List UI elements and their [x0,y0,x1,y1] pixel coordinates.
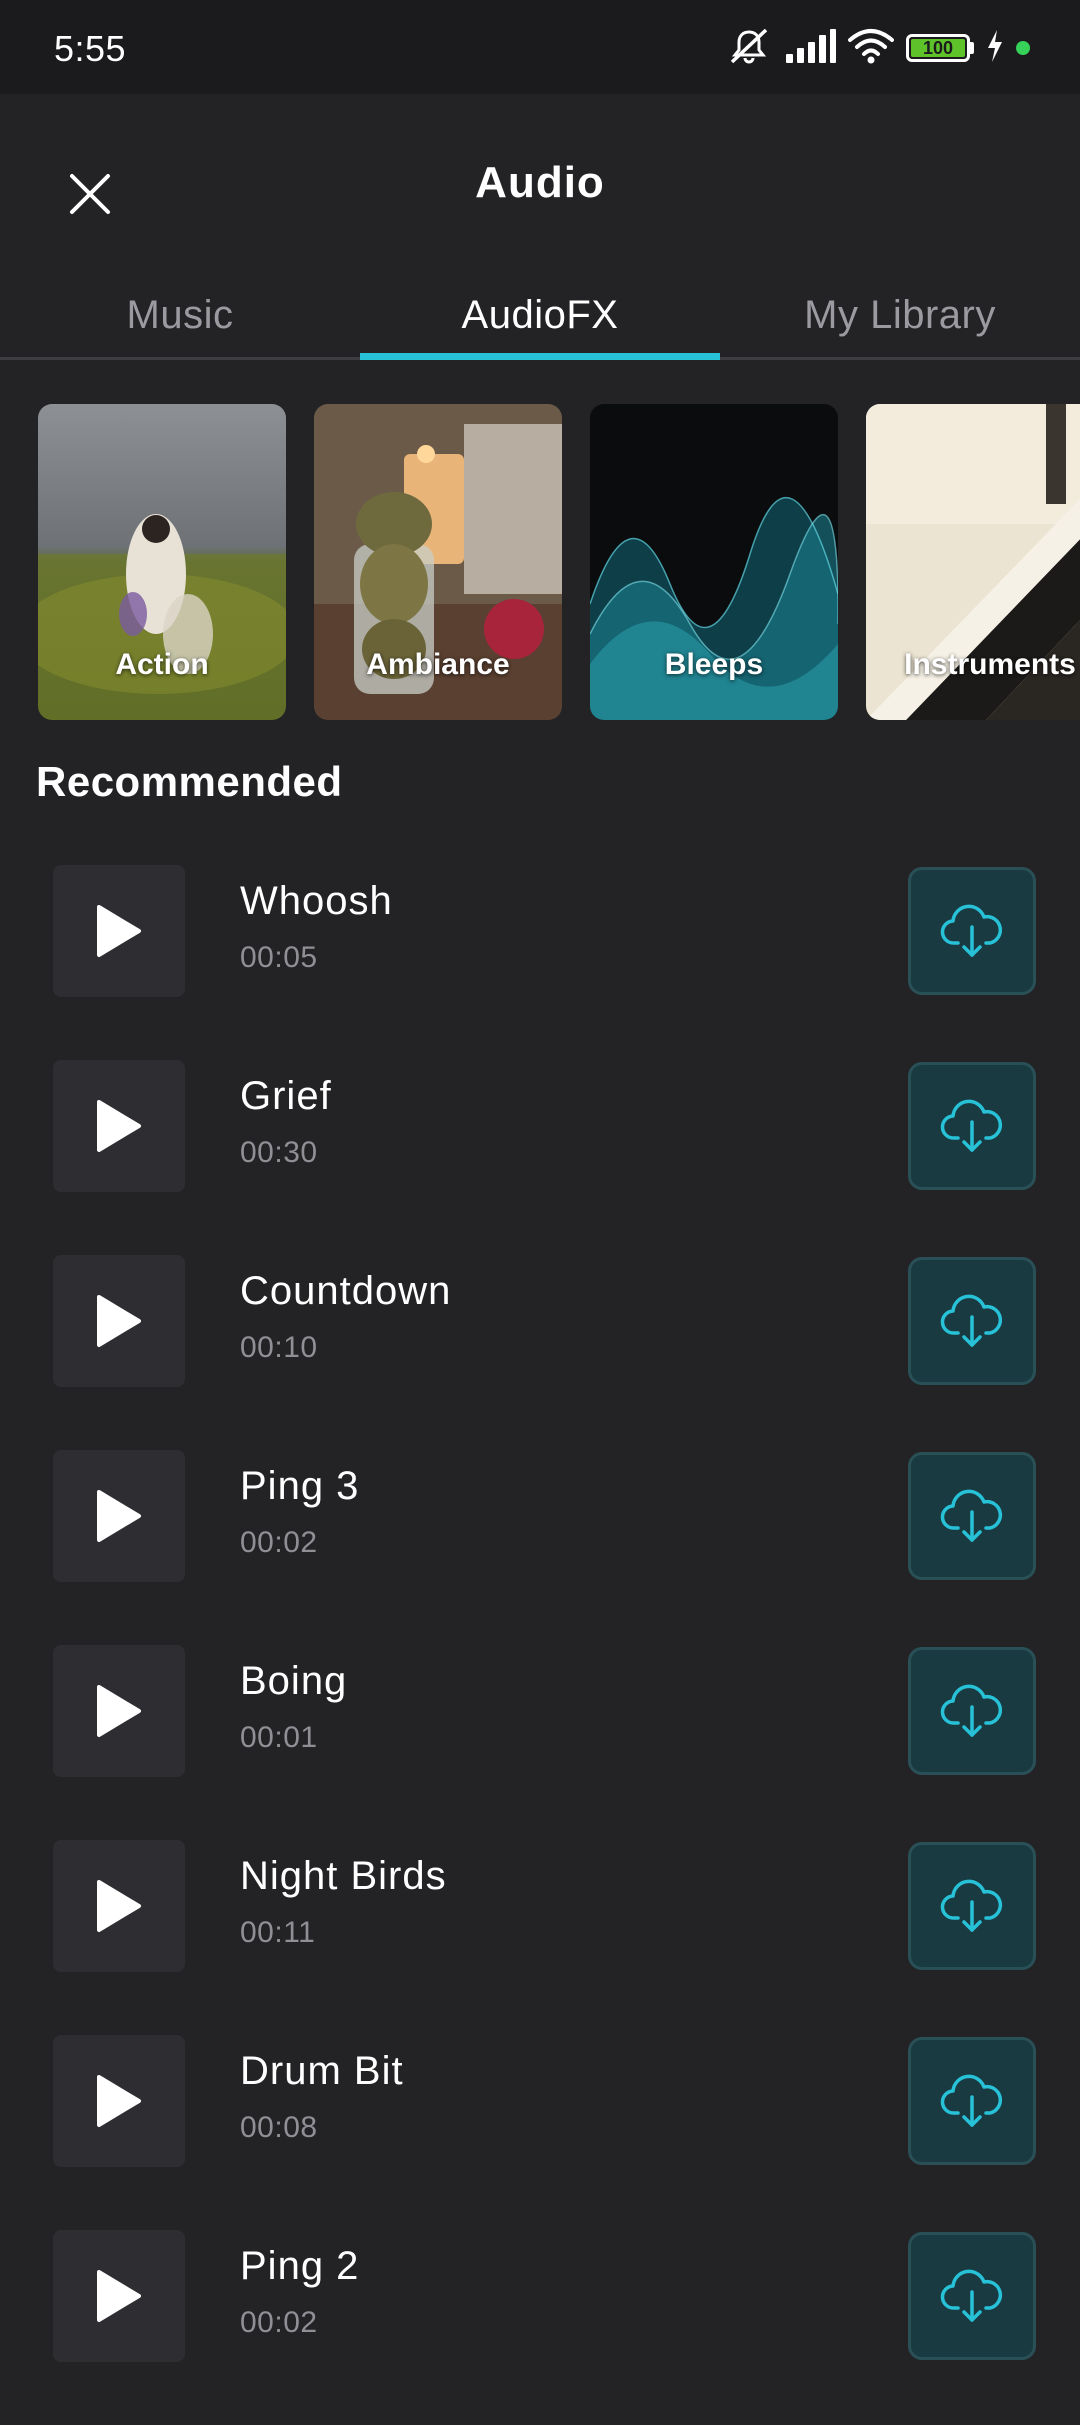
play-button[interactable] [53,2230,185,2362]
signal-icon [784,28,836,69]
wifi-icon [848,28,894,69]
battery-level: 100 [922,38,954,58]
play-icon [97,1295,141,1347]
cloud-download-icon [940,1879,1003,1932]
play-button[interactable] [53,1060,185,1192]
play-icon [97,1100,141,1152]
track-name: Boing [240,1659,348,1703]
category-action-label: Action [115,648,209,681]
cloud-download-icon [940,904,1003,957]
section-title-recommended: Recommended [36,758,343,805]
category-bleeps-label: Bleeps [664,648,764,681]
cloud-download-icon [940,2074,1003,2127]
download-button[interactable] [908,867,1036,995]
play-icon [97,2075,141,2127]
track-name: Grief [240,1074,332,1118]
play-button[interactable] [53,1645,185,1777]
download-button[interactable] [908,1842,1036,1970]
tab-bar: Music AudioFX My Library [0,274,1080,360]
track-name: Countdown [240,1269,452,1313]
category-bleeps[interactable]: Bleeps [590,404,838,720]
track-name: Drum Bit [240,2049,404,2093]
active-dot-icon [1016,41,1030,55]
cloud-download-icon [940,1489,1003,1542]
download-button[interactable] [908,1257,1036,1385]
status-time: 5:55 [54,28,127,69]
tab-my-library[interactable]: My Library [720,274,1080,357]
charging-icon [986,29,1004,68]
category-ambiance-label: Ambiance [366,648,510,681]
download-button[interactable] [908,1647,1036,1775]
tab-audiofx-label: AudioFX [461,293,619,337]
track-row[interactable]: Drum Bit 00:08 [0,2035,1080,2230]
track-duration: 00:08 [240,2111,318,2144]
track-row[interactable]: Grief 00:30 [0,1060,1080,1255]
header: Audio [0,94,1080,274]
battery-body: 100 [906,34,970,62]
cloud-download-icon [940,1684,1003,1737]
play-icon [97,905,141,957]
track-row[interactable]: Boing 00:01 [0,1645,1080,1840]
track-duration: 00:02 [240,2306,318,2339]
play-button[interactable] [53,1450,185,1582]
track-duration: 00:10 [240,1331,318,1364]
track-row[interactable]: Whoosh 00:05 [0,865,1080,1060]
cloud-download-icon [940,1099,1003,1152]
track-duration: 00:02 [240,1526,318,1559]
track-duration: 00:01 [240,1721,318,1754]
play-button[interactable] [53,2035,185,2167]
category-ambiance[interactable]: Ambiance [314,404,562,720]
play-icon [97,2270,141,2322]
track-duration: 00:30 [240,1136,318,1169]
category-instruments[interactable]: Instruments [866,404,1080,720]
play-icon [97,1880,141,1932]
track-row[interactable]: Night Birds 00:11 [0,1840,1080,2035]
battery-icon: 100 [906,34,974,62]
track-row[interactable]: Ping 2 00:02 [0,2230,1080,2425]
tab-my-library-label: My Library [804,293,996,337]
battery-cap [970,42,974,54]
track-row[interactable]: Ping 3 00:02 [0,1450,1080,1645]
play-button[interactable] [53,1255,185,1387]
category-action[interactable]: Action [38,404,286,720]
download-button[interactable] [908,2037,1036,2165]
track-name: Whoosh [240,879,393,923]
status-icons: 100 [726,28,1030,68]
tab-music[interactable]: Music [0,274,360,357]
download-button[interactable] [908,1062,1036,1190]
category-instruments-label: Instruments [904,648,1076,681]
tab-music-label: Music [126,293,234,337]
page-title: Audio [475,158,605,207]
play-icon [97,1490,141,1542]
tab-audiofx[interactable]: AudioFX [360,274,720,360]
track-list: Whoosh 00:05 Grief 00:30 Countdown 00:10 Ping … [0,865,1080,2425]
cloud-download-icon [940,2269,1003,2322]
track-row[interactable]: Countdown 00:10 [0,1255,1080,1450]
play-button[interactable] [53,865,185,997]
play-icon [97,1685,141,1737]
cloud-download-icon [940,1294,1003,1347]
track-name: Ping 3 [240,1464,360,1508]
download-button[interactable] [908,2232,1036,2360]
track-duration: 00:11 [240,1916,316,1949]
play-button[interactable] [53,1840,185,1972]
mute-icon [726,26,772,71]
category-carousel[interactable]: Action Ambiance Bleeps Instruments [38,404,1080,720]
track-name: Night Birds [240,1854,447,1898]
download-button[interactable] [908,1452,1036,1580]
status-bar: 5:55 100 [0,0,1080,94]
track-duration: 00:05 [240,941,318,974]
track-name: Ping 2 [240,2244,360,2288]
